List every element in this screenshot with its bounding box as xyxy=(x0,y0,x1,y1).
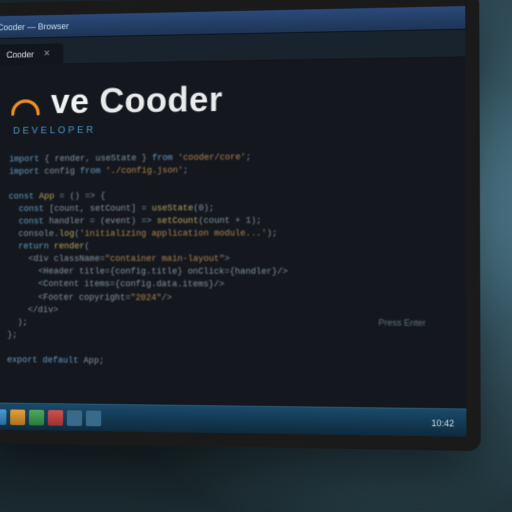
brand-subtitle: DEVELOPER xyxy=(9,121,443,137)
tab-cooder[interactable]: Cooder ✕ xyxy=(0,43,64,64)
page-content: ve Cooder DEVELOPER import { render, use… xyxy=(0,57,466,408)
hint-text: Press Enter xyxy=(378,318,425,328)
taskbar-start-icon[interactable] xyxy=(0,409,6,425)
screen: Cooder — Browser Cooder ✕ ve Cooder DEVE… xyxy=(0,0,481,451)
close-icon[interactable]: ✕ xyxy=(43,48,50,59)
brand-row: ve Cooder xyxy=(9,75,443,122)
laptop-frame: Cooder — Browser Cooder ✕ ve Cooder DEVE… xyxy=(0,0,512,512)
tab-label: Cooder xyxy=(6,49,34,59)
brand-part1: ve xyxy=(51,81,90,121)
brand-part2: Cooder xyxy=(99,79,223,120)
taskbar-app-icon[interactable] xyxy=(48,409,63,425)
brand-text: ve Cooder xyxy=(51,79,223,122)
logo-arc-icon xyxy=(9,89,41,122)
taskbar-clock[interactable]: 10:42 xyxy=(431,418,460,428)
taskbar-app-icon[interactable] xyxy=(29,409,44,425)
taskbar-spacer xyxy=(105,418,427,423)
code-block: import { render, useState } from 'cooder… xyxy=(7,150,444,371)
taskbar-app-icon[interactable] xyxy=(10,409,25,425)
taskbar-app-icon[interactable] xyxy=(67,410,82,426)
window-title: Cooder — Browser xyxy=(0,21,69,32)
taskbar-app-icon[interactable] xyxy=(86,410,101,426)
